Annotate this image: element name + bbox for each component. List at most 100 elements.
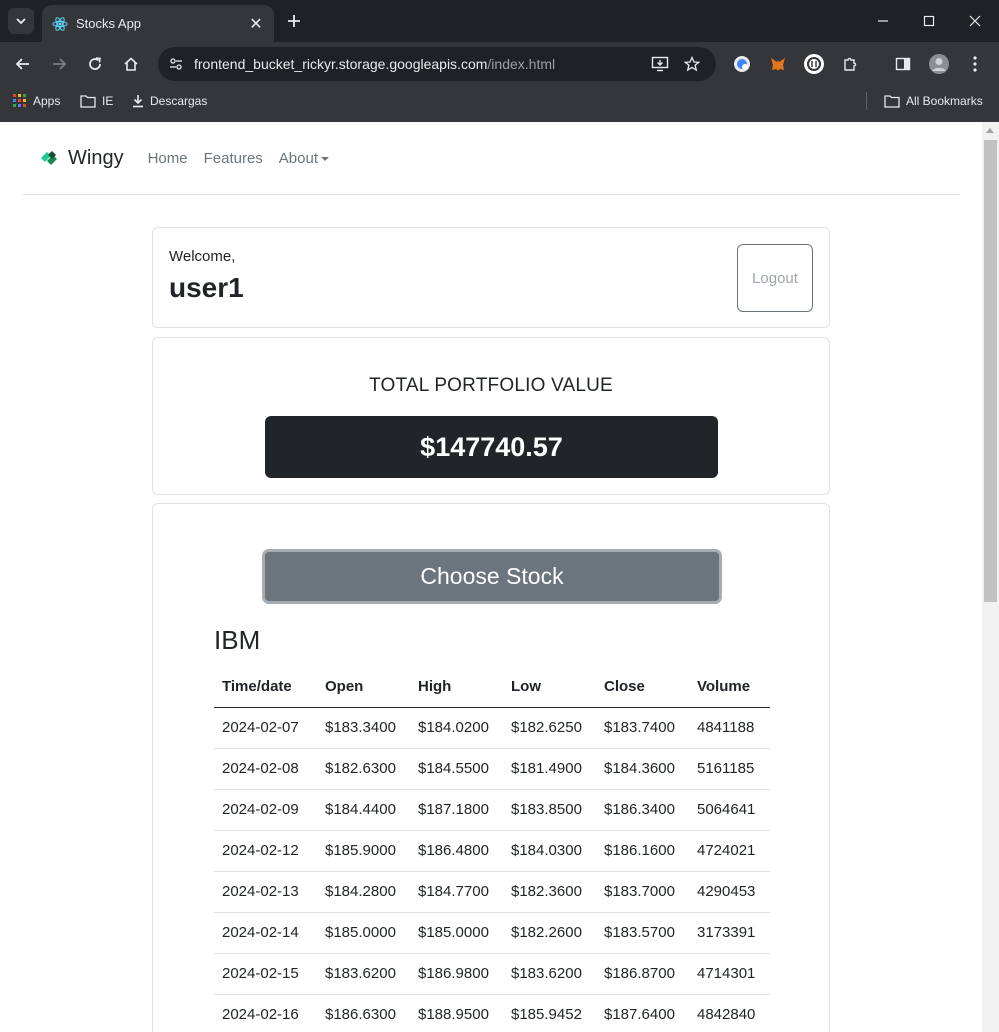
nav-dropdown-about[interactable]: About: [279, 150, 329, 167]
table-cell: $183.3400: [317, 707, 410, 749]
table-cell: $183.5700: [596, 912, 689, 954]
table-row: 2024-02-07 $183.3400 $184.0200 $182.6250 $18…: [214, 707, 770, 749]
brand-name: Wingy: [68, 146, 124, 169]
bookmarks-bar: Apps IE Descargas All Bookmarks: [0, 86, 999, 116]
side-panel-button[interactable]: [889, 50, 917, 78]
bookmarks-divider: [866, 92, 867, 110]
close-window-button[interactable]: [952, 0, 998, 42]
extension-1-button[interactable]: [728, 50, 756, 78]
close-icon: [969, 15, 981, 27]
table-cell: $185.0000: [317, 912, 410, 954]
install-app-button[interactable]: [646, 50, 674, 78]
download-icon: [133, 95, 143, 108]
maximize-button[interactable]: [906, 0, 952, 42]
extension-2-button[interactable]: [800, 50, 828, 78]
home-button[interactable]: [117, 50, 145, 78]
nav-link-features[interactable]: Features: [204, 150, 263, 167]
bookmark-apps[interactable]: Apps: [13, 92, 60, 110]
table-cell: 3173391: [689, 912, 770, 954]
bookmark-star-button[interactable]: [678, 50, 706, 78]
table-cell: 4842840: [689, 994, 770, 1032]
all-bookmarks[interactable]: All Bookmarks: [884, 92, 983, 110]
stocks-card: Choose Stock IBM Time/date Open High Low…: [152, 503, 830, 1032]
forward-button[interactable]: [45, 50, 73, 78]
tab-search-button[interactable]: [8, 8, 34, 34]
chevron-down-icon: [16, 18, 26, 25]
url-path: /index.html: [487, 56, 556, 72]
choose-stock-button[interactable]: Choose Stock: [262, 549, 722, 604]
react-icon: [52, 16, 68, 32]
minimize-button[interactable]: [860, 0, 906, 42]
extensions-button[interactable]: [836, 50, 864, 78]
logout-button[interactable]: Logout: [737, 244, 813, 312]
table-cell: $184.0300: [503, 830, 596, 872]
folder-icon: [80, 95, 96, 108]
star-icon: [684, 56, 700, 72]
tab-close-icon[interactable]: ✕: [248, 14, 264, 34]
table-cell: $183.6200: [503, 953, 596, 995]
install-app-icon: [651, 56, 669, 72]
username: user1: [169, 272, 244, 303]
column-header: Time/date: [214, 667, 317, 708]
table-cell: 2024-02-13: [214, 871, 317, 913]
nav-link-home[interactable]: Home: [148, 150, 188, 167]
reload-button[interactable]: [81, 50, 109, 78]
back-button[interactable]: [9, 50, 37, 78]
kebab-menu-icon: [973, 56, 977, 72]
table-cell: $182.6300: [317, 748, 410, 790]
table-cell: 2024-02-15: [214, 953, 317, 995]
portfolio-title: TOTAL PORTFOLIO VALUE: [369, 375, 613, 396]
table-cell: $184.2800: [317, 871, 410, 913]
wingy-logo-icon: [41, 151, 57, 165]
menu-button[interactable]: [961, 50, 989, 78]
welcome-card: Welcome, user1 Logout: [152, 227, 830, 328]
browser-tab[interactable]: Stocks App ✕: [42, 5, 274, 42]
table-cell: $183.7400: [596, 707, 689, 749]
table-row: 2024-02-12 $185.9000 $186.4800 $184.0300 $18…: [214, 830, 770, 872]
welcome-label: Welcome,: [169, 248, 236, 265]
table-cell: $183.8500: [503, 789, 596, 831]
bookmark-label: Descargas: [150, 94, 208, 108]
table-cell: $186.8700: [596, 953, 689, 995]
table-cell: $184.5500: [410, 748, 503, 790]
caret-down-icon: [321, 156, 329, 161]
url-host: frontend_bucket_rickyr.storage.googleapi…: [194, 56, 488, 72]
metamask-button[interactable]: [764, 50, 792, 78]
scroll-thumb[interactable]: [984, 140, 997, 602]
nav-link-about-label: About: [278, 149, 318, 167]
folder-icon: [884, 95, 900, 108]
scroll-up-icon[interactable]: [986, 128, 994, 133]
stock-symbol: IBM: [214, 625, 261, 655]
avatar-icon: [929, 54, 949, 74]
navbar: Wingy Home Features About: [23, 122, 959, 195]
table-cell: $182.2600: [503, 912, 596, 954]
page-scrollbar[interactable]: [982, 122, 999, 1032]
bookmark-descargas[interactable]: Descargas: [132, 92, 207, 110]
plus-icon: [288, 15, 300, 27]
brand[interactable]: Wingy: [39, 147, 124, 170]
all-bookmarks-label: All Bookmarks: [906, 94, 983, 108]
portfolio-card: TOTAL PORTFOLIO VALUE $147740.57: [152, 337, 830, 495]
bookmark-ie[interactable]: IE: [80, 92, 113, 110]
profile-button[interactable]: [925, 50, 953, 78]
table-cell: $183.6200: [317, 953, 410, 995]
bookmark-label: IE: [102, 94, 114, 108]
portfolio-value: $147740.57: [265, 416, 718, 478]
table-cell: $187.1800: [410, 789, 503, 831]
table-cell: 2024-02-16: [214, 994, 317, 1032]
new-tab-button[interactable]: [282, 8, 306, 34]
table-row: 2024-02-15 $183.6200 $186.9800 $183.6200 $18…: [214, 953, 770, 995]
table-row: 2024-02-08 $182.6300 $184.5500 $181.4900 $18…: [214, 748, 770, 790]
side-panel-icon: [895, 57, 911, 71]
maximize-icon: [923, 15, 935, 27]
table-cell: $186.4800: [410, 830, 503, 872]
home-icon: [124, 57, 138, 71]
table-cell: 2024-02-09: [214, 789, 317, 831]
table-cell: $181.4900: [503, 748, 596, 790]
site-settings-icon[interactable]: [166, 54, 186, 74]
table-cell: $187.6400: [596, 994, 689, 1032]
stock-table: Time/date Open High Low Close Volume 202…: [214, 667, 770, 1032]
address-bar[interactable]: frontend_bucket_rickyr.storage.googleapi…: [158, 47, 716, 81]
page-viewport: Wingy Home Features About Welcome, user1…: [0, 122, 999, 1032]
url-text: frontend_bucket_rickyr.storage.googleapi…: [194, 56, 555, 72]
